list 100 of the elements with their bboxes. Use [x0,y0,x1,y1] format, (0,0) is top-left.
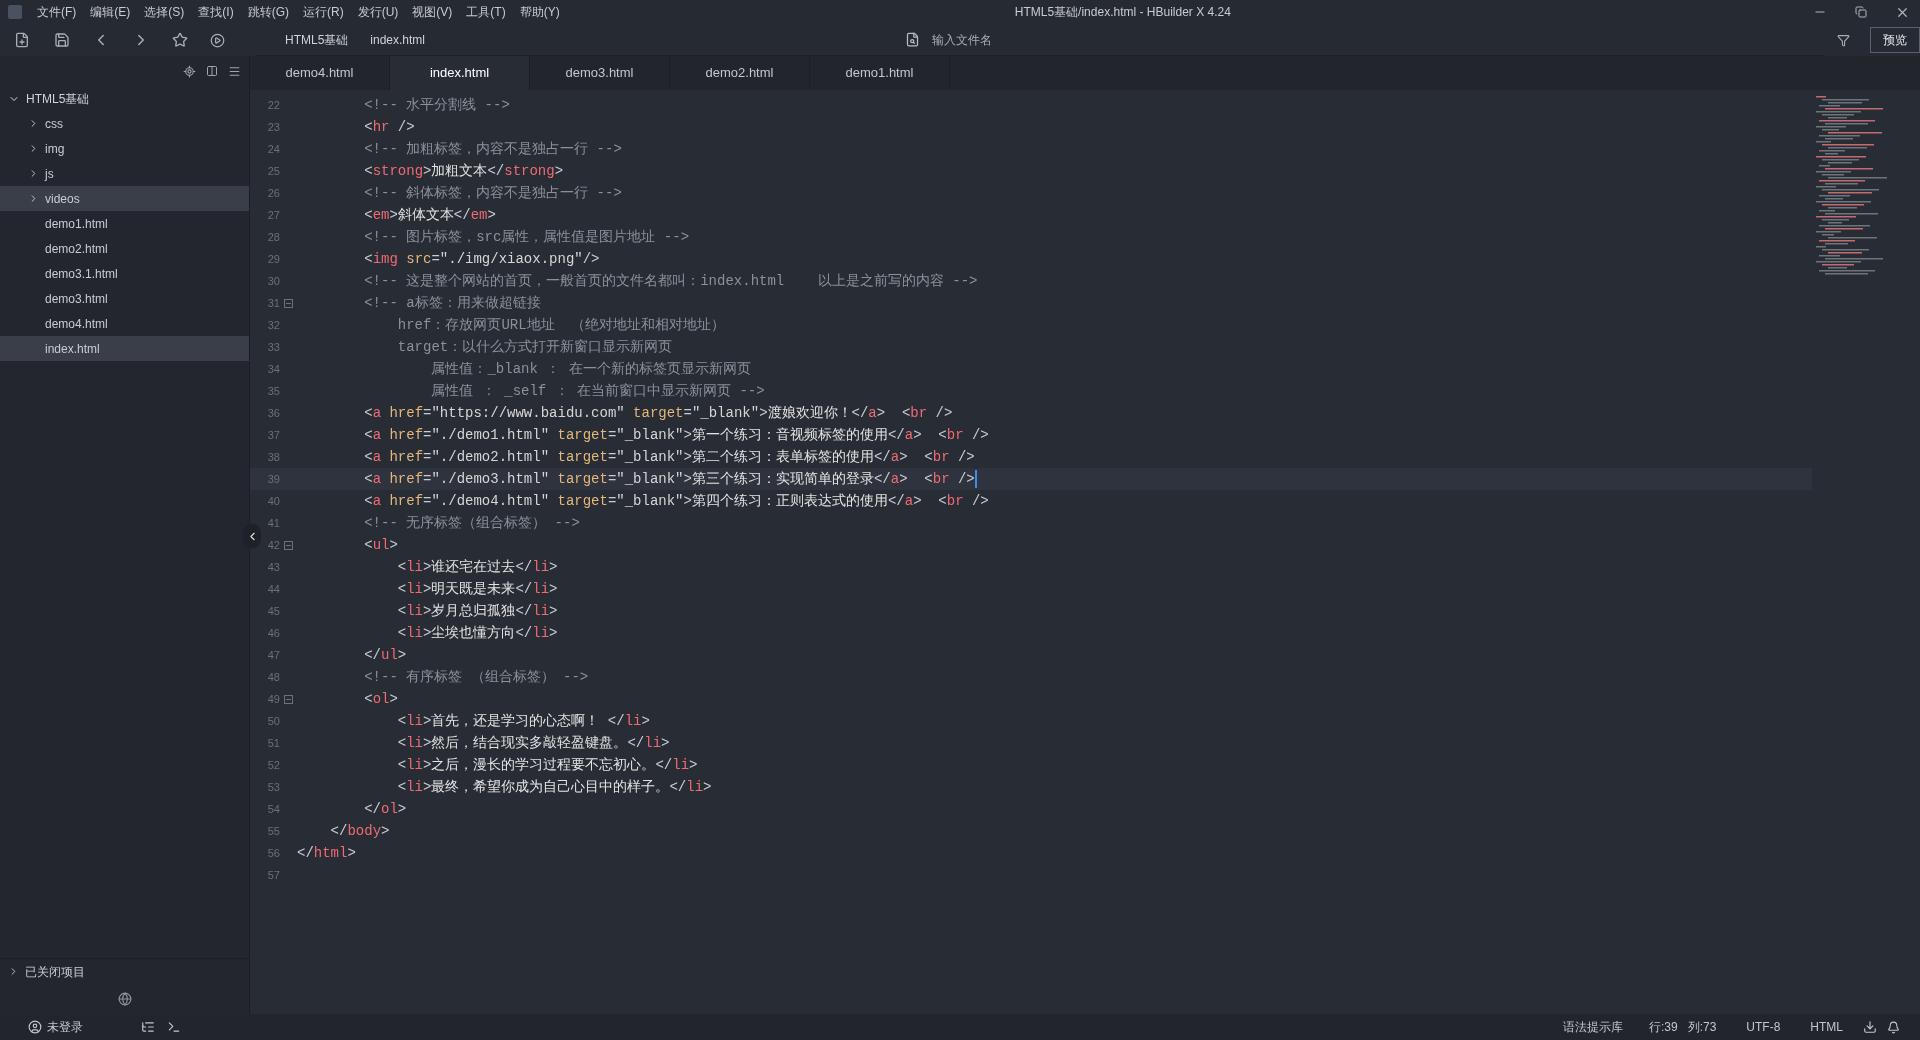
tree-item[interactable]: videos [0,186,249,211]
tree-item[interactable]: img [0,136,249,161]
code-line: <li>之后，漫长的学习过程要不忘初心。</li> [396,755,698,775]
line-number: 38 [266,449,280,465]
globe-icon[interactable] [117,992,132,1006]
preview-button[interactable]: 预览 [1870,27,1920,53]
tree-item[interactable]: demo3.1.html [0,261,249,286]
outline-icon[interactable] [141,1020,155,1034]
line-number: 34 [266,361,280,377]
code-line: <a href="./demo1.html" target="_blank">第一个练习：音视频标签的使用</a> <br /> [363,425,989,445]
line-number: 54 [266,801,280,817]
star-icon[interactable] [172,32,188,48]
line-number: 32 [266,317,280,333]
menu-item[interactable]: 帮助(Y) [512,3,567,21]
menu-item[interactable]: 选择(S) [137,3,192,21]
editor-tab[interactable]: demo3.html [530,56,670,90]
line-number: 37 [266,427,280,443]
editor-tab[interactable]: index.html [390,56,530,90]
line-number: 23 [266,119,280,135]
line-number: 43 [266,559,280,575]
file-search-icon [905,32,920,47]
menu-item[interactable]: 发行(U) [350,3,406,21]
line-number: 44 [266,581,280,597]
code-line: <li>首先，还是学习的心态啊！ </li> [396,711,650,731]
editor-tab[interactable]: demo1.html [810,56,950,90]
code-line: <!-- 水平分割线 --> [363,95,510,115]
line-number: 56 [266,845,280,861]
encoding-label[interactable]: UTF-8 [1746,1018,1781,1036]
new-file-icon[interactable] [14,32,30,48]
line-number: 51 [266,735,280,751]
line-number: 42 [266,537,280,553]
code-line: <!-- 这是整个网站的首页，一般首页的文件名都叫：index.html 以上是之前写的内容 --> [363,271,978,291]
line-number: 45 [266,603,280,619]
restore-icon[interactable] [1855,6,1867,18]
project-tree-item[interactable]: HTML5基础 [0,86,249,111]
code-line: <a href="https://www.baidu.com" target="_blank">渡娘欢迎你！</a> <br /> [363,403,953,423]
run-icon[interactable] [210,32,225,48]
save-icon[interactable] [54,32,70,48]
terminal-icon[interactable] [167,1020,181,1034]
fold-icon[interactable] [284,540,293,550]
line-number: 49 [266,691,280,707]
code-line: target：以什么方式打开新窗口显示新网页 [396,337,673,357]
breadcrumb-item[interactable]: index.html [370,30,426,49]
menu-item[interactable]: 运行(R) [296,3,351,21]
code-line: <li>最终，希望你成为自己心目中的样子。</li> [396,777,712,797]
closed-projects-item[interactable]: 已关闭项目 [0,958,249,984]
line-number: 25 [266,163,280,179]
editor-tab[interactable]: demo2.html [670,56,810,90]
language-label[interactable]: HTML [1810,1018,1843,1036]
bell-icon[interactable] [1887,1020,1900,1034]
download-icon[interactable] [1863,1020,1877,1034]
line-number: 26 [266,185,280,201]
code-line: <a href="./demo2.html" target="_blank">第二个练习：表单标签的使用</a> <br /> [363,447,975,467]
line-number: 47 [266,647,280,663]
code-line: <li>岁月总归孤独</li> [396,601,558,621]
tree-item[interactable]: demo3.html [0,286,249,311]
code-line: <li>谁还宅在过去</li> [396,557,558,577]
tree-item[interactable]: demo1.html [0,211,249,236]
line-number: 33 [266,339,280,355]
code-line: </ul> [363,645,407,665]
code-line: <!-- 有序标签 （组合标签） --> [363,667,589,687]
line-number: 55 [266,823,280,839]
menu-item[interactable]: 文件(F) [30,3,84,21]
tree-item[interactable]: demo2.html [0,236,249,261]
menu-item[interactable]: 查找(I) [191,3,241,21]
fold-icon[interactable] [284,298,293,308]
filter-icon[interactable] [1837,33,1850,47]
menu-icon[interactable] [228,64,241,78]
code-line: <a href="./demo4.html" target="_blank">第四个练习：正则表达式的使用</a> <br /> [363,491,989,511]
menu-item[interactable]: 编辑(E) [83,3,138,21]
tree-item[interactable]: demo4.html [0,311,249,336]
tree-item[interactable]: js [0,161,249,186]
code-line: <li>然后，结合现实多敲轻盈键盘。</li> [396,733,670,753]
code-line: </html> [297,843,356,863]
user-icon[interactable] [28,1020,42,1034]
code-line: <!-- 斜体标签，内容不是独占一行 --> [363,183,622,203]
line-number: 40 [266,493,280,509]
line-number: 36 [266,405,280,421]
code-line: <!-- 图片标签，src属性，属性值是图片地址 --> [363,227,690,247]
code-line: <!-- a标签：用来做超链接 [363,293,541,313]
syntax-library-label[interactable]: 语法提示库 [1562,1018,1623,1036]
code-line: <em>斜体文本</em> [363,205,496,225]
code-line: <strong>加粗文本</strong> [363,161,564,181]
tree-item[interactable]: css [0,111,249,136]
code-line: <!-- 无序标签（组合标签） --> [363,513,580,533]
locate-icon[interactable] [183,64,196,78]
line-number: 52 [266,757,280,773]
menu-item[interactable]: 视图(V) [405,3,460,21]
sidebar-toggle-icon[interactable] [243,524,261,548]
fold-icon[interactable] [284,694,293,704]
line-number: 27 [266,207,280,223]
tree-item[interactable]: index.html [0,336,249,361]
login-status[interactable]: 未登录 [47,1018,83,1036]
code-line: <li>尘埃也懂方向</li> [396,623,558,643]
menu-item[interactable]: 工具(T) [459,3,513,21]
breadcrumb-item[interactable]: HTML5基础 [285,30,349,49]
code-line: <a href="./demo3.html" target="_blank">第三个练习：实现简单的登录</a> <br /> [363,469,975,489]
code-line: <!-- 加粗标签，内容不是独占一行 --> [363,139,622,159]
menu-item[interactable]: 跳转(G) [240,3,296,21]
line-number: 28 [266,229,280,245]
